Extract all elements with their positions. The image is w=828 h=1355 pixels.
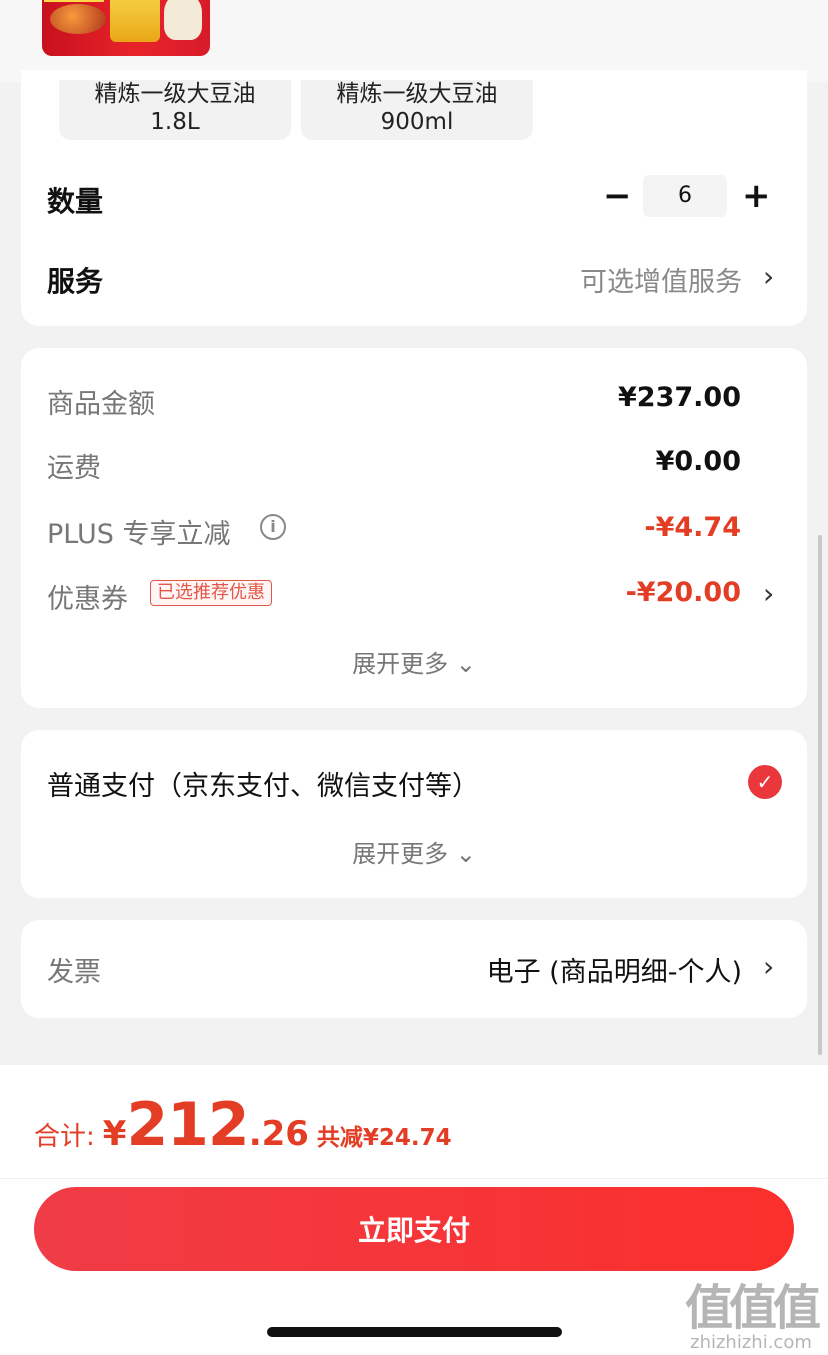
info-icon[interactable]: i	[260, 514, 286, 540]
total-integer: 212	[126, 1090, 249, 1160]
divider	[0, 1178, 828, 1179]
service-value[interactable]: 可选增值服务	[580, 260, 742, 299]
shipping-label: 运费	[47, 453, 101, 484]
price-expand-more[interactable]: 展开更多 ⌄	[0, 644, 828, 679]
variant-option[interactable]: 精炼一级大豆油 1.8L	[59, 80, 291, 140]
pay-now-button[interactable]: 立即支付	[34, 1187, 794, 1271]
variant-option[interactable]: 精炼一级大豆油 900ml	[301, 80, 533, 140]
expand-more-label: 展开更多	[352, 840, 449, 868]
currency-symbol: ¥	[102, 1114, 127, 1154]
service-chevron-icon[interactable]: ›	[763, 260, 774, 293]
coupon-chevron-icon[interactable]: ›	[763, 577, 774, 610]
thumbnail-tag	[44, 0, 104, 2]
payment-method-label[interactable]: 普通支付（京东支付、微信支付等）	[47, 764, 479, 803]
product-thumbnail[interactable]	[42, 0, 210, 56]
watermark-logo: 值值值	[684, 1280, 821, 1336]
service-label: 服务	[47, 265, 104, 298]
coupon-value[interactable]: -¥20.00	[626, 577, 741, 608]
total-decimal: .26	[248, 1114, 309, 1154]
payment-card	[21, 730, 807, 898]
thumbnail-dish	[50, 4, 106, 34]
goods-amount-label: 商品金额	[47, 389, 155, 420]
goods-amount-value: ¥237.00	[618, 382, 741, 413]
invoice-label: 发票	[47, 957, 101, 988]
checkmark-icon[interactable]: ✓	[748, 765, 782, 799]
chevron-down-icon: ⌄	[455, 650, 476, 678]
chevron-down-icon: ⌄	[455, 840, 476, 868]
total-savings: 共减¥24.74	[316, 1125, 452, 1151]
shipping-value: ¥0.00	[655, 446, 741, 477]
home-indicator[interactable]	[267, 1327, 562, 1337]
scrollbar[interactable]	[818, 535, 822, 1055]
quantity-input[interactable]: 6	[643, 175, 727, 217]
variant-name: 精炼一级大豆油	[94, 81, 256, 107]
thumbnail-bottle	[110, 0, 160, 42]
quantity-minus-button[interactable]: −	[603, 176, 632, 216]
invoice-chevron-icon[interactable]: ›	[763, 950, 774, 983]
variant-size: 900ml	[380, 109, 454, 135]
watermark-url: zhizhizhi.com	[690, 1332, 812, 1353]
variant-size: 1.8L	[150, 109, 200, 135]
plus-discount-label: PLUS 专享立减	[47, 519, 231, 550]
quantity-plus-button[interactable]: +	[742, 176, 771, 216]
invoice-value[interactable]: 电子 (商品明细-个人)	[487, 950, 742, 989]
payment-expand-more[interactable]: 展开更多 ⌄	[0, 834, 828, 869]
coupon-label: 优惠券	[47, 584, 128, 615]
plus-discount-value: -¥4.74	[644, 512, 741, 543]
quantity-label: 数量	[47, 185, 104, 218]
order-total: 合计: ¥212.26 共减¥24.74	[34, 1090, 452, 1160]
total-label: 合计:	[34, 1122, 95, 1152]
expand-more-label: 展开更多	[352, 650, 449, 678]
variant-name: 精炼一级大豆油	[336, 81, 498, 107]
thumbnail-mascot	[164, 0, 202, 40]
coupon-badge: 已选推荐优惠	[150, 580, 272, 606]
watermark: 值值值 zhizhizhi.com	[676, 1268, 826, 1353]
